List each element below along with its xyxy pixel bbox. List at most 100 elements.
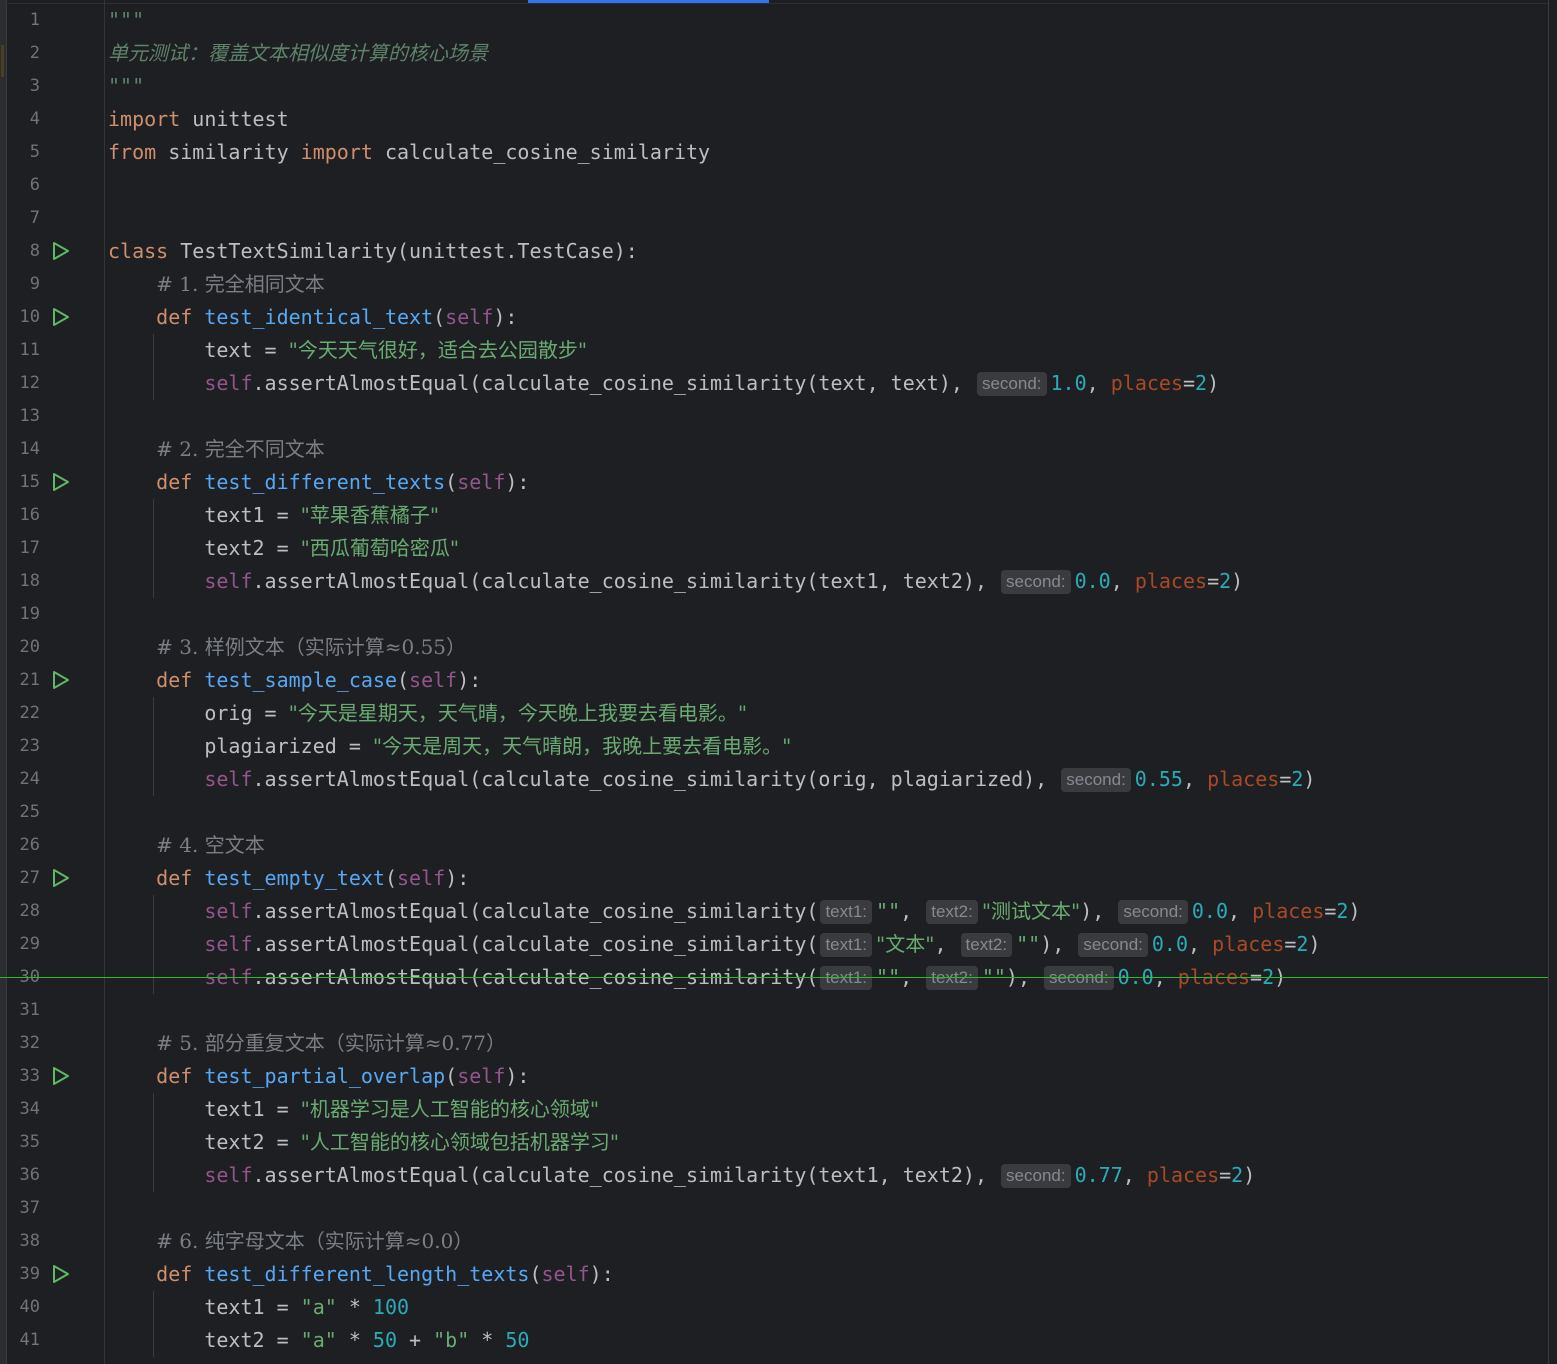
code-token: ): — [445, 866, 470, 890]
code-token: , — [900, 899, 925, 923]
code-token: ): — [505, 1064, 530, 1088]
code-line[interactable]: 20 # 3. 样例文本（实际计算≈0.55） — [0, 631, 1549, 664]
code-line[interactable]: 34 text1 = "机器学习是人工智能的核心领域" — [0, 1093, 1549, 1126]
run-gutter-icon[interactable] — [51, 307, 71, 327]
comment-token: # 4. 空文本 — [156, 833, 265, 857]
line-number: 11 — [19, 340, 40, 360]
code-token: text2 = — [108, 1130, 301, 1154]
code-line[interactable]: 17 text2 = "西瓜葡萄哈密瓜" — [0, 532, 1549, 565]
code-line[interactable]: 35 text2 = "人工智能的核心领域包括机器学习" — [0, 1126, 1549, 1159]
code-line[interactable]: 37 — [0, 1192, 1549, 1225]
code-editor[interactable]: 1 """ 2 单元测试：覆盖文本相似度计算的核心场景 3 """ 4 import unit… — [0, 0, 1557, 1364]
run-gutter-icon[interactable] — [51, 868, 71, 888]
function-name-token: test_different_length_texts — [204, 1262, 530, 1286]
code-token: , — [1122, 1163, 1147, 1187]
code-line[interactable]: 38 # 6. 纯字母文本（实际计算≈0.0） — [0, 1225, 1549, 1258]
code-line[interactable]: 24 self.assertAlmostEqual(calculate_cosi… — [0, 763, 1549, 796]
line-number: 41 — [19, 1330, 40, 1350]
line-number: 7 — [29, 208, 40, 228]
self-token: self — [204, 899, 253, 923]
number-token: 0.0 — [1151, 932, 1189, 956]
run-gutter-icon[interactable] — [51, 472, 71, 492]
keyword-token: def — [156, 1262, 193, 1286]
code-line[interactable]: 32 # 5. 部分重复文本（实际计算≈0.77） — [0, 1027, 1549, 1060]
line-source: def test_empty_text(self): — [108, 862, 469, 895]
line-number: 24 — [19, 769, 40, 789]
code-line[interactable]: 7 — [0, 202, 1549, 235]
code-token: = — [1284, 932, 1297, 956]
code-line[interactable]: 40 text1 = "a" * 100 — [0, 1291, 1549, 1324]
line-source: text2 = "人工智能的核心领域包括机器学习" — [108, 1126, 619, 1159]
self-token: self — [204, 371, 253, 395]
code-line[interactable]: 23 plagiarized = "今天是周天，天气晴朗，我晚上要去看电影。" — [0, 730, 1549, 763]
code-line[interactable]: 27 def test_empty_text(self): — [0, 862, 1549, 895]
code-line[interactable]: 19 — [0, 598, 1549, 631]
code-token: .assertAlmostEqual(calculate_cosine_simi… — [252, 569, 1000, 593]
code-line[interactable]: 16 text1 = "苹果香蕉橘子" — [0, 499, 1549, 532]
code-line[interactable]: 29 self.assertAlmostEqual(calculate_cosi… — [0, 928, 1549, 961]
code-line[interactable]: 13 — [0, 400, 1549, 433]
comment-token: # 2. 完全不同文本 — [156, 437, 325, 461]
code-line[interactable]: 28 self.assertAlmostEqual(calculate_cosi… — [0, 895, 1549, 928]
code-line[interactable]: 1 """ — [0, 4, 1549, 37]
line-source: 单元测试：覆盖文本相似度计算的核心场景 — [108, 37, 488, 70]
code-line[interactable]: 12 self.assertAlmostEqual(calculate_cosi… — [0, 367, 1549, 400]
line-source: # 2. 完全不同文本 — [108, 433, 325, 466]
self-token: self — [409, 668, 458, 692]
code-line[interactable]: 2 单元测试：覆盖文本相似度计算的核心场景 — [0, 37, 1549, 70]
parameter-name-token: places — [1252, 899, 1325, 923]
editor-right-border — [1548, 0, 1557, 1364]
code-line[interactable]: 10 def test_identical_text(self): — [0, 301, 1549, 334]
code-token: .assertAlmostEqual(calculate_cosine_simi… — [252, 899, 819, 923]
code-token: ) — [1303, 767, 1316, 791]
run-gutter-icon[interactable] — [51, 670, 71, 690]
code-line[interactable]: 31 — [0, 994, 1549, 1027]
code-line[interactable]: 8 class TestTextSimilarity(unittest.TestC… — [0, 235, 1549, 268]
code-line[interactable]: 4 import unittest — [0, 103, 1549, 136]
code-line[interactable]: 3 """ — [0, 70, 1549, 103]
string-token: "今天天气很好，适合去公园散步" — [288, 338, 588, 362]
line-source: def test_sample_case(self): — [108, 664, 481, 697]
code-token: , — [1228, 899, 1253, 923]
line-source: def test_identical_text(self): — [108, 301, 517, 334]
code-line[interactable]: 22 orig = "今天是星期天，天气晴，今天晚上我要去看电影。" — [0, 697, 1549, 730]
code-line[interactable]: 25 — [0, 796, 1549, 829]
code-line[interactable]: 39 def test_different_length_texts(self)… — [0, 1258, 1549, 1291]
self-token: self — [397, 866, 446, 890]
line-number: 28 — [19, 901, 40, 921]
line-number: 3 — [29, 76, 40, 96]
string-token: "苹果香蕉橘子" — [300, 503, 440, 527]
code-line[interactable]: 5 from similarity import calculate_cosine… — [0, 136, 1549, 169]
code-line[interactable]: 6 — [0, 169, 1549, 202]
number-token: 2 — [1195, 371, 1208, 395]
line-number: 16 — [19, 505, 40, 525]
code-line[interactable]: 15 def test_different_texts(self): — [0, 466, 1549, 499]
run-gutter-icon[interactable] — [51, 1264, 71, 1284]
line-number: 37 — [19, 1198, 40, 1218]
code-line[interactable]: 11 text = "今天天气很好，适合去公园散步" — [0, 334, 1549, 367]
run-gutter-icon[interactable] — [51, 1066, 71, 1086]
code-line[interactable]: 33 def test_partial_overlap(self): — [0, 1060, 1549, 1093]
code-token: .assertAlmostEqual(calculate_cosine_simi… — [252, 767, 1060, 791]
line-source: self.assertAlmostEqual(calculate_cosine_… — [108, 367, 1219, 400]
keyword-token: import — [108, 107, 181, 131]
self-token: self — [204, 767, 253, 791]
run-gutter-icon[interactable] — [51, 241, 71, 261]
code-token: * — [469, 1328, 506, 1352]
code-line[interactable]: 9 # 1. 完全相同文本 — [0, 268, 1549, 301]
code-line[interactable]: 36 self.assertAlmostEqual(calculate_cosi… — [0, 1159, 1549, 1192]
code-token: * — [336, 1295, 373, 1319]
code-line[interactable]: 14 # 2. 完全不同文本 — [0, 433, 1549, 466]
code-line[interactable]: 41 text2 = "a" * 50 + "b" * 50 — [0, 1324, 1549, 1357]
code-line[interactable]: 26 # 4. 空文本 — [0, 829, 1549, 862]
line-number: 29 — [19, 934, 40, 954]
code-line[interactable]: 18 self.assertAlmostEqual(calculate_cosi… — [0, 565, 1549, 598]
code-line[interactable]: 21 def test_sample_case(self): — [0, 664, 1549, 697]
line-source: """ — [108, 70, 144, 103]
